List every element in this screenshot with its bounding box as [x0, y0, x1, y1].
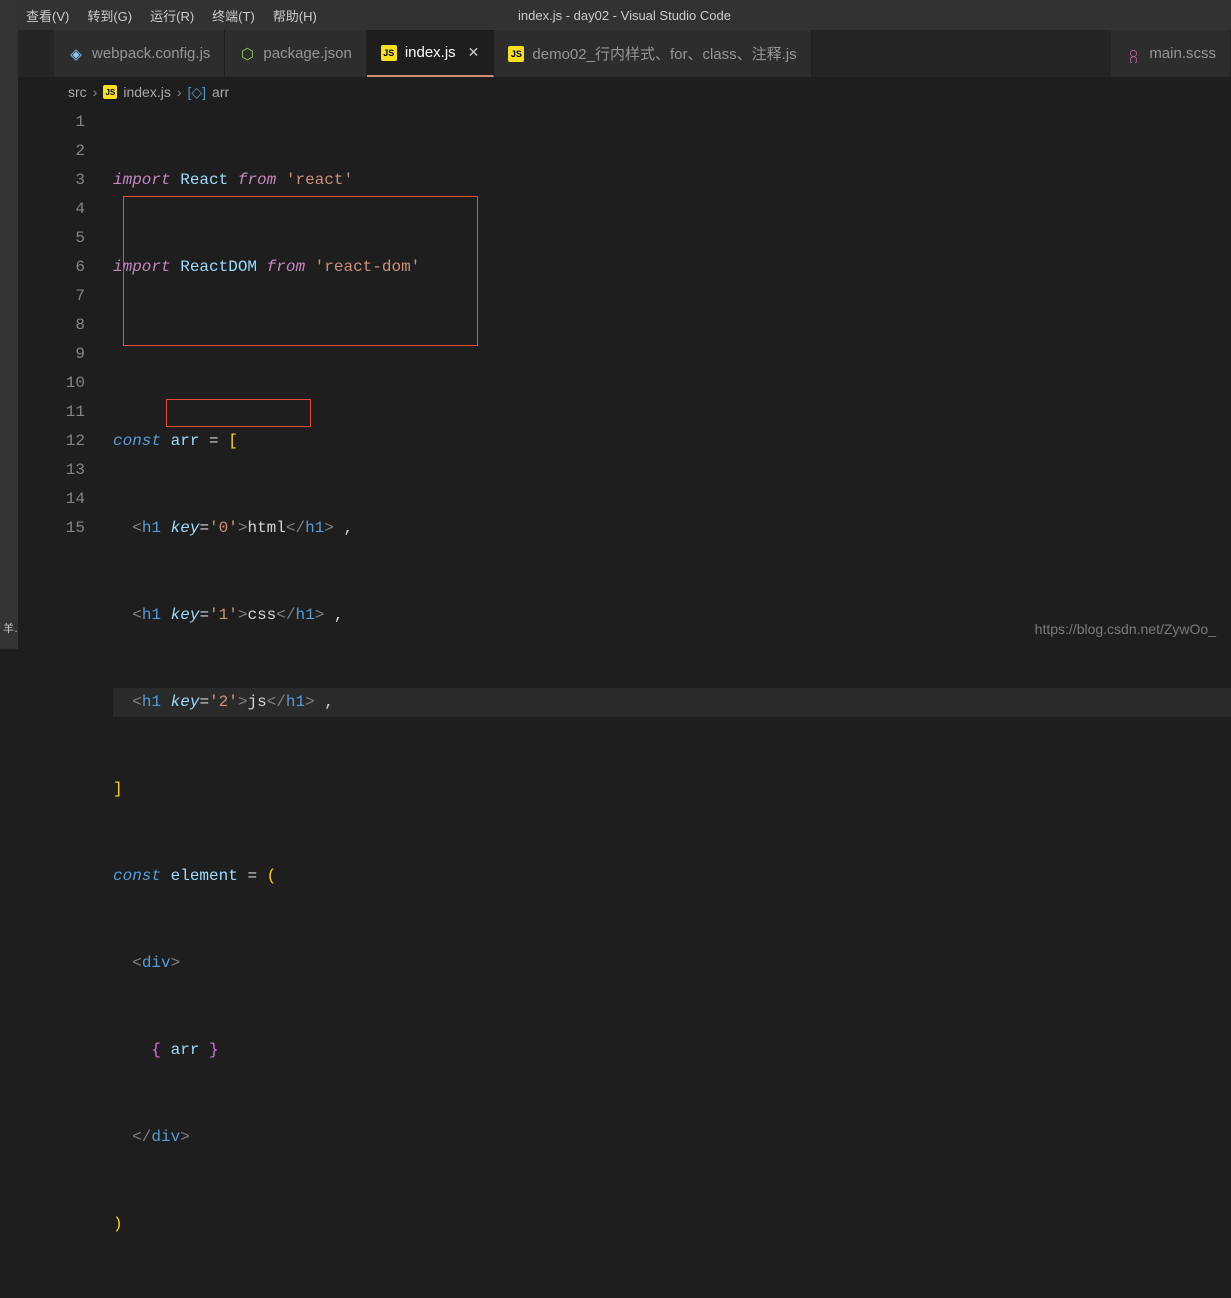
- window-title: index.js - day02 - Visual Studio Code: [518, 8, 731, 23]
- breadcrumb-symbol[interactable]: arr: [212, 84, 229, 100]
- tab-label: package.json: [263, 45, 351, 62]
- title-bar: 查看(V) 转到(G) 运行(R) 终端(T) 帮助(H) index.js -…: [18, 0, 1231, 30]
- chevron-right-icon: ›: [93, 84, 98, 100]
- menu-run[interactable]: 运行(R): [150, 6, 194, 25]
- tab-label: demo02_行内样式、for、class、注释.js: [532, 43, 796, 64]
- js-icon: JS: [381, 45, 397, 61]
- symbol-icon: [◇]: [187, 84, 206, 101]
- menu-terminal[interactable]: 终端(T): [212, 6, 255, 25]
- npm-icon: ⬡: [239, 46, 255, 62]
- tab-index[interactable]: JS index.js ✕: [367, 30, 495, 77]
- line-gutter: 1 2 3 4 5 6 7 8 9 10 11 12 13 14 15: [18, 106, 113, 1298]
- scss-icon: ႙: [1125, 46, 1141, 62]
- tab-webpack[interactable]: ◈ webpack.config.js: [54, 30, 225, 77]
- editor[interactable]: 1 2 3 4 5 6 7 8 9 10 11 12 13 14 15 impo…: [18, 106, 1231, 1298]
- tab-package[interactable]: ⬡ package.json: [225, 30, 366, 77]
- close-icon[interactable]: ✕: [464, 44, 480, 61]
- breadcrumb[interactable]: src › JS index.js › [◇] arr: [18, 78, 1231, 106]
- js-icon: JS: [508, 46, 524, 62]
- tab-label: main.scss: [1149, 45, 1216, 62]
- chevron-right-icon: ›: [177, 84, 182, 100]
- tab-label: webpack.config.js: [92, 45, 210, 62]
- tab-demo02[interactable]: JS demo02_行内样式、for、class、注释.js: [494, 30, 811, 77]
- tab-mainscss[interactable]: ႙ main.scss: [1111, 30, 1231, 77]
- tab-bar: ◈ webpack.config.js ⬡ package.json JS in…: [18, 30, 1231, 78]
- menu-help[interactable]: 帮助(H): [273, 6, 317, 25]
- watermark: https://blog.csdn.net/ZywOo_: [1035, 621, 1216, 637]
- webpack-icon: ◈: [68, 46, 84, 62]
- menu-view[interactable]: 查看(V): [26, 6, 69, 25]
- activity-bar[interactable]: [0, 0, 18, 649]
- menu-goto[interactable]: 转到(G): [87, 6, 132, 25]
- js-icon: JS: [103, 85, 117, 99]
- breadcrumb-file[interactable]: index.js: [123, 84, 170, 100]
- code-content[interactable]: import React from 'react' import ReactDO…: [113, 106, 1231, 1298]
- breadcrumb-folder[interactable]: src: [68, 84, 87, 100]
- menu-bar: 查看(V) 转到(G) 运行(R) 终端(T) 帮助(H): [26, 6, 317, 25]
- tab-label: index.js: [405, 44, 456, 61]
